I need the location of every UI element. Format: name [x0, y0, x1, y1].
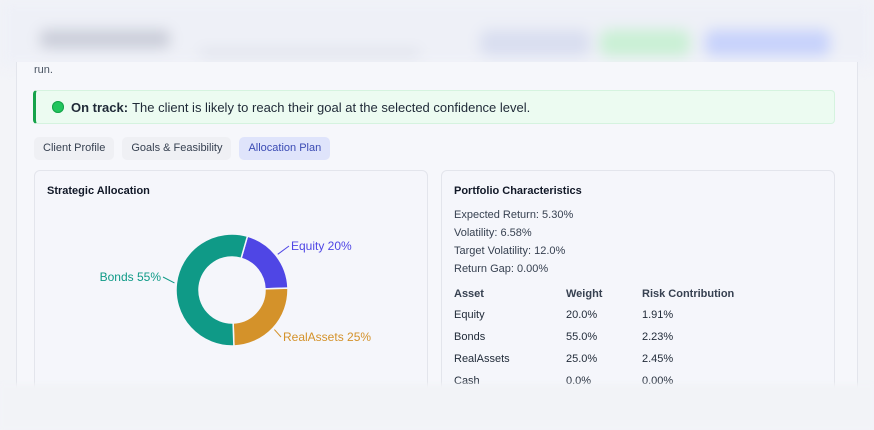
tab-goals-feasibility[interactable]: Goals & Feasibility	[122, 137, 232, 160]
metric-volatility: Volatility: 6.58%	[454, 227, 532, 239]
top-button-2[interactable]	[600, 30, 690, 56]
leader-line-realassets	[274, 329, 282, 338]
table-row: Equity 20.0% 1.91%	[454, 304, 762, 326]
table-cell: 2.23%	[642, 331, 674, 343]
table-cell: Bonds	[454, 331, 486, 343]
tab-allocation-plan[interactable]: Allocation Plan	[239, 137, 331, 160]
tab-bar: Client Profile Goals & Feasibility Alloc…	[34, 137, 331, 160]
app-brand	[40, 30, 170, 48]
metrics-list: Expected Return: 5.30% Volatility: 6.58%…	[454, 206, 573, 278]
column-header: Risk Contribution	[642, 288, 735, 300]
table-row: Bonds 55.0% 2.23%	[454, 326, 762, 348]
tab-client-profile[interactable]: Client Profile	[34, 137, 115, 160]
status-label: On track:	[71, 99, 129, 115]
strategic-allocation-panel: Strategic Allocation Equity 20% RealAsset…	[34, 170, 428, 400]
allocation-donut-chart: Equity 20% RealAssets 25% Bonds 55%	[100, 233, 371, 347]
top-button-3[interactable]	[705, 30, 830, 56]
panel-title: Portfolio Characteristics	[454, 185, 582, 197]
donut-label-equity: Equity 20%	[291, 239, 352, 253]
table-cell: 20.0%	[566, 309, 598, 321]
column-header: Asset	[454, 288, 484, 300]
table-cell: Equity	[454, 309, 485, 321]
table-row: RealAssets 25.0% 2.45%	[454, 348, 762, 370]
portfolio-characteristics-panel: Portfolio Characteristics Expected Retur…	[441, 170, 835, 400]
intro-text-tail: run.	[34, 64, 53, 76]
metric-return-gap: Return Gap: 0.00%	[454, 263, 549, 275]
metric-expected-return: Expected Return: 5.30%	[454, 209, 574, 221]
column-header: Weight	[566, 288, 603, 300]
top-button-1[interactable]	[480, 30, 590, 56]
donut-slice-equity	[240, 235, 289, 290]
allocation-table: Asset Weight Risk Contribution Equity 20…	[454, 284, 762, 392]
table-cell: 55.0%	[566, 331, 598, 343]
status-dot-icon	[52, 101, 64, 113]
status-banner: On track: The client is likely to reach …	[33, 90, 835, 124]
panel-title: Strategic Allocation	[47, 185, 150, 197]
metric-target-volatility: Target Volatility: 12.0%	[454, 245, 566, 257]
donut-label-realassets: RealAssets 25%	[283, 330, 371, 344]
table-cell: RealAssets	[454, 353, 510, 365]
table-cell: 1.91%	[642, 309, 674, 321]
app-subtitle	[200, 50, 420, 56]
donut-label-bonds: Bonds 55%	[100, 270, 162, 284]
blurred-top-bar	[0, 0, 874, 66]
status-message: The client is likely to reach their goal…	[132, 99, 531, 115]
leader-line-bonds	[162, 276, 175, 284]
table-cell: 25.0%	[566, 353, 598, 365]
blurred-bottom-fade	[0, 384, 874, 430]
donut-slice-realassets	[232, 287, 289, 347]
table-cell: 2.45%	[642, 353, 674, 365]
table-header-row: Asset Weight Risk Contribution	[454, 284, 762, 304]
leader-line-equity	[277, 245, 290, 255]
